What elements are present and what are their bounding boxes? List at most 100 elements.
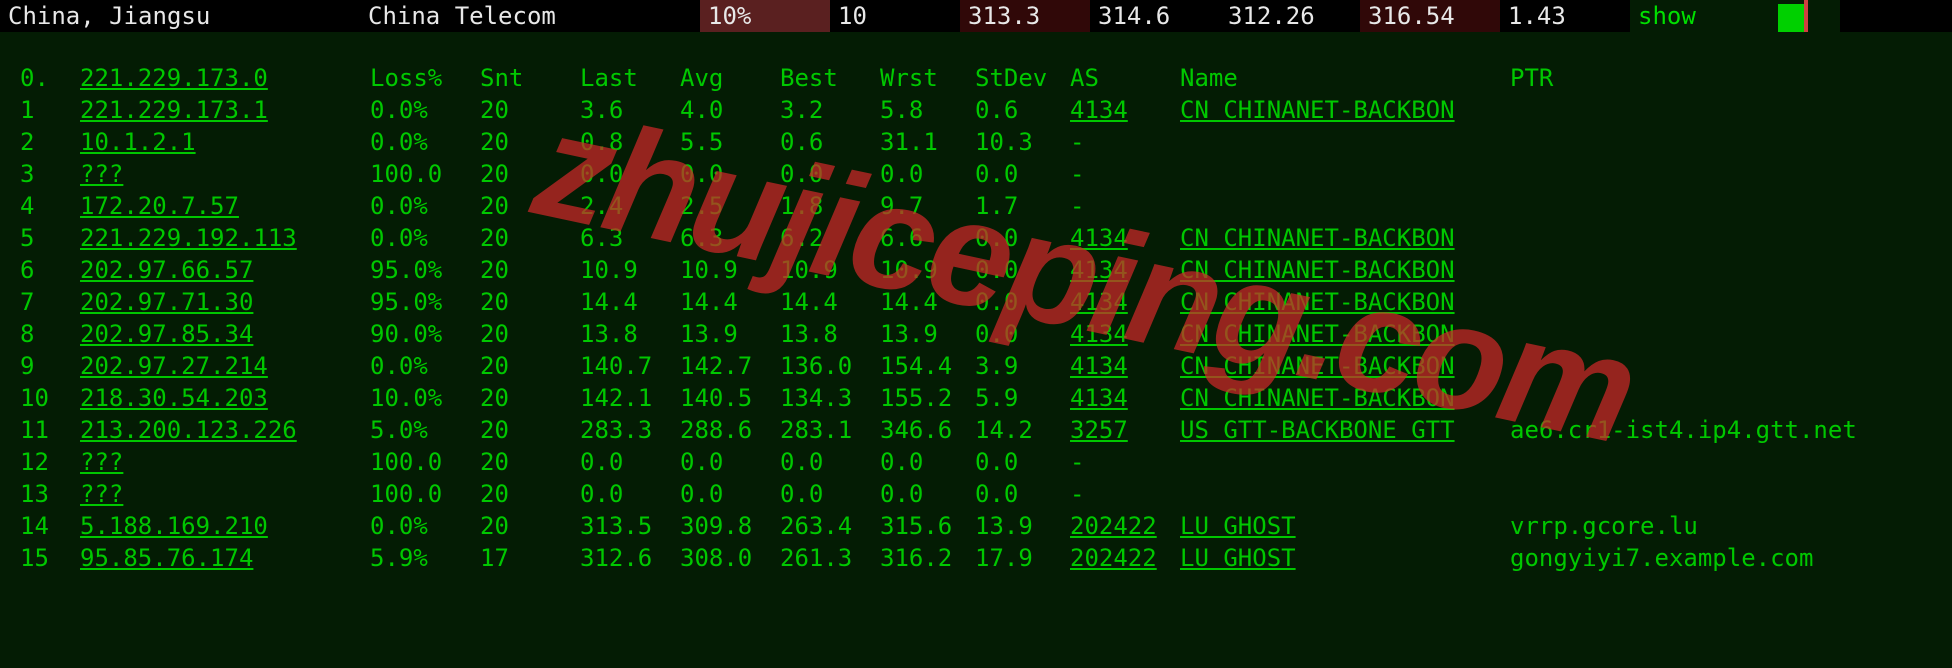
cell-as[interactable]: 4134 xyxy=(1070,94,1180,126)
cell-std: 13.9 xyxy=(975,510,1070,542)
cell-ptr xyxy=(1510,318,1930,350)
cell-ip[interactable]: 95.85.76.174 xyxy=(80,542,370,574)
table-header: 0. 221.229.173.0 Loss% Snt Last Avg Best… xyxy=(20,62,1952,94)
cell-ip[interactable]: ??? xyxy=(80,446,370,478)
cell-ip[interactable]: 221.229.173.1 xyxy=(80,94,370,126)
cell-avg: 5.5 xyxy=(680,126,780,158)
table-row: 7202.97.71.3095.0%2014.414.414.414.40.04… xyxy=(20,286,1952,318)
table-row: 4172.20.7.570.0%202.42.51.89.71.7- xyxy=(20,190,1952,222)
cell-ip[interactable]: ??? xyxy=(80,478,370,510)
cell-avg: 13.9 xyxy=(680,318,780,350)
cell-ip[interactable]: 172.20.7.57 xyxy=(80,190,370,222)
col-std: StDev xyxy=(975,62,1070,94)
cell-best: 0.0 xyxy=(780,478,880,510)
cell-wrst: 316.2 xyxy=(880,542,975,574)
cell-snt: 20 xyxy=(480,94,580,126)
cell-best: 14.4 xyxy=(780,286,880,318)
cell-ip[interactable]: 221.229.192.113 xyxy=(80,222,370,254)
cell-last: 313.5 xyxy=(580,510,680,542)
cell-ip[interactable]: 5.188.169.210 xyxy=(80,510,370,542)
cell-as[interactable]: 4134 xyxy=(1070,318,1180,350)
cell-wrst: 0.0 xyxy=(880,478,975,510)
cell-best: 283.1 xyxy=(780,414,880,446)
cell-best: 0.6 xyxy=(780,126,880,158)
cell-wrst: 31.1 xyxy=(880,126,975,158)
cell-as[interactable]: 202422 xyxy=(1070,510,1180,542)
cell-last: 14.4 xyxy=(580,286,680,318)
summary-bar: China, Jiangsu China Telecom 10% 10 313.… xyxy=(0,0,1952,32)
col-best: Best xyxy=(780,62,880,94)
cell-ptr: ae6.cr1-ist4.ip4.gtt.net xyxy=(1510,414,1930,446)
cell-best: 263.4 xyxy=(780,510,880,542)
cell-ip[interactable]: 202.97.85.34 xyxy=(80,318,370,350)
cell-name[interactable]: CN CHINANET-BACKBON xyxy=(1180,222,1510,254)
cell-name[interactable]: CN CHINANET-BACKBON xyxy=(1180,94,1510,126)
cell-name xyxy=(1180,158,1510,190)
col-ip: 221.229.173.0 xyxy=(80,62,370,94)
cell-as: - xyxy=(1070,158,1180,190)
table-row: 11213.200.123.2265.0%20283.3288.6283.134… xyxy=(20,414,1952,446)
cell-best: 6.2 xyxy=(780,222,880,254)
cell-name[interactable]: CN CHINANET-BACKBON xyxy=(1180,350,1510,382)
cell-name[interactable]: US GTT-BACKBONE GTT xyxy=(1180,414,1510,446)
cell-loss: 100.0 xyxy=(370,158,480,190)
summary-loss: 10% xyxy=(700,0,830,32)
cell-as: - xyxy=(1070,126,1180,158)
cell-wrst: 10.9 xyxy=(880,254,975,286)
cell-ip[interactable]: 213.200.123.226 xyxy=(80,414,370,446)
cell-ip[interactable]: 202.97.27.214 xyxy=(80,350,370,382)
cell-as[interactable]: 4134 xyxy=(1070,286,1180,318)
mtr-window: China, Jiangsu China Telecom 10% 10 313.… xyxy=(0,0,1952,668)
cell-loss: 5.0% xyxy=(370,414,480,446)
cell-as[interactable]: 4134 xyxy=(1070,382,1180,414)
summary-snt: 10 xyxy=(830,0,960,32)
show-link[interactable]: show xyxy=(1630,0,1770,32)
cell-avg: 10.9 xyxy=(680,254,780,286)
cell-name[interactable]: LU GHOST xyxy=(1180,542,1510,574)
cell-name xyxy=(1180,478,1510,510)
cell-n: 3 xyxy=(20,158,80,190)
cell-as[interactable]: 4134 xyxy=(1070,222,1180,254)
cell-snt: 20 xyxy=(480,510,580,542)
cell-name[interactable]: CN CHINANET-BACKBON xyxy=(1180,254,1510,286)
cell-name[interactable]: CN CHINANET-BACKBON xyxy=(1180,382,1510,414)
cell-as[interactable]: 202422 xyxy=(1070,542,1180,574)
cell-std: 3.9 xyxy=(975,350,1070,382)
cell-snt: 20 xyxy=(480,382,580,414)
cell-loss: 0.0% xyxy=(370,510,480,542)
cell-ip[interactable]: 202.97.66.57 xyxy=(80,254,370,286)
cell-as[interactable]: 4134 xyxy=(1070,350,1180,382)
hops-table: 0. 221.229.173.0 Loss% Snt Last Avg Best… xyxy=(0,32,1952,668)
cell-std: 1.7 xyxy=(975,190,1070,222)
cell-loss: 5.9% xyxy=(370,542,480,574)
cell-std: 0.0 xyxy=(975,222,1070,254)
cell-ip[interactable]: 202.97.71.30 xyxy=(80,286,370,318)
table-row: 210.1.2.10.0%200.85.50.631.110.3- xyxy=(20,126,1952,158)
cell-last: 283.3 xyxy=(580,414,680,446)
cell-avg: 0.0 xyxy=(680,478,780,510)
cell-ip[interactable]: 218.30.54.203 xyxy=(80,382,370,414)
cell-ptr xyxy=(1510,254,1930,286)
cell-avg: 0.0 xyxy=(680,446,780,478)
cell-name[interactable]: LU GHOST xyxy=(1180,510,1510,542)
table-row: 3???100.0200.00.00.00.00.0- xyxy=(20,158,1952,190)
cell-ip[interactable]: 10.1.2.1 xyxy=(80,126,370,158)
cell-last: 3.6 xyxy=(580,94,680,126)
cell-name[interactable]: CN CHINANET-BACKBON xyxy=(1180,286,1510,318)
cell-ptr xyxy=(1510,382,1930,414)
cell-snt: 20 xyxy=(480,286,580,318)
col-name: Name xyxy=(1180,62,1510,94)
cell-as[interactable]: 3257 xyxy=(1070,414,1180,446)
cell-std: 10.3 xyxy=(975,126,1070,158)
col-last: Last xyxy=(580,62,680,94)
cell-ip[interactable]: ??? xyxy=(80,158,370,190)
cell-n: 2 xyxy=(20,126,80,158)
cell-ptr: gongyiyi7.example.com xyxy=(1510,542,1930,574)
cell-name xyxy=(1180,190,1510,222)
cell-loss: 0.0% xyxy=(370,222,480,254)
cell-name[interactable]: CN CHINANET-BACKBON xyxy=(1180,318,1510,350)
cell-as[interactable]: 4134 xyxy=(1070,254,1180,286)
col-snt: Snt xyxy=(480,62,580,94)
cell-as: - xyxy=(1070,478,1180,510)
cell-avg: 309.8 xyxy=(680,510,780,542)
